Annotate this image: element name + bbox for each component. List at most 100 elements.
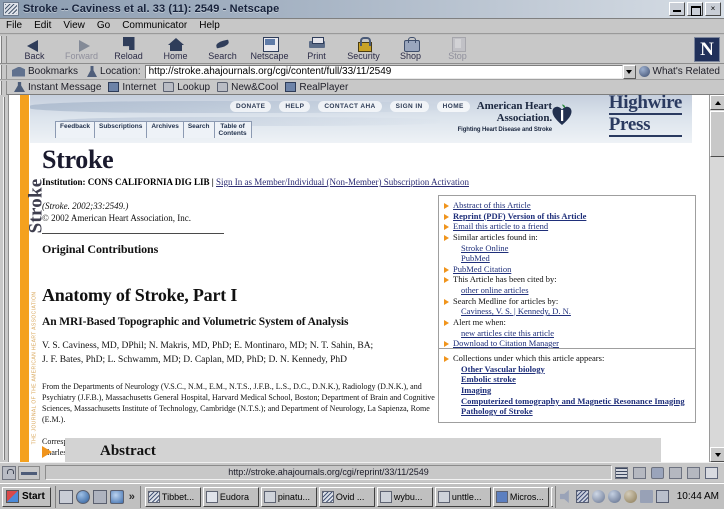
printer-icon[interactable] xyxy=(639,490,653,503)
task-button[interactable]: unttle... xyxy=(434,486,491,507)
url-dropdown-button[interactable] xyxy=(622,64,636,79)
bookmarks-button[interactable]: Bookmarks xyxy=(12,66,78,77)
menu-go[interactable]: Go xyxy=(91,19,116,33)
task-button[interactable]: UC-el... xyxy=(550,486,553,507)
author-list: V. S. Caviness, MD, DPhil; N. Makris, MD… xyxy=(42,340,442,368)
minimize-button[interactable] xyxy=(669,2,685,16)
menu-edit[interactable]: Edit xyxy=(28,19,57,33)
link-new-articles-cite[interactable]: new articles cite this article xyxy=(461,328,554,338)
abstract-section-header[interactable]: Abstract xyxy=(42,438,661,462)
tray-app-icon[interactable] xyxy=(575,490,589,503)
tray-circle-icon[interactable] xyxy=(591,490,605,503)
vertical-scrollbar[interactable] xyxy=(709,95,724,462)
bookmark-internet[interactable]: Internet xyxy=(108,82,156,93)
url-input[interactable]: http://stroke.ahajournals.org/cgi/conten… xyxy=(144,64,623,79)
display-icon[interactable] xyxy=(655,490,669,503)
task-button[interactable]: Micros... xyxy=(492,486,549,507)
link-pubmed-citation[interactable]: PubMed Citation xyxy=(453,264,511,274)
link-other-online-articles[interactable]: other online articles xyxy=(461,285,529,295)
show-desktop-icon[interactable] xyxy=(58,489,73,504)
link-email-article[interactable]: Email this article to a friend xyxy=(453,221,548,231)
nav-contact-aha[interactable]: CONTACT AHA xyxy=(318,101,382,112)
menu-view[interactable]: View xyxy=(57,19,91,33)
link-search-authors[interactable]: Caviness, V. S. | Kennedy, D. N. xyxy=(461,306,571,316)
nav-donate[interactable]: DONATE xyxy=(230,101,272,112)
whats-related-button[interactable]: What's Related xyxy=(638,66,720,77)
forward-button[interactable]: Forward xyxy=(58,35,105,63)
link-abstract[interactable]: Abstract of this Article xyxy=(453,200,531,210)
toolbar-grip[interactable] xyxy=(0,36,7,63)
personal-toolbar-grip[interactable] xyxy=(0,80,7,95)
scrollbar-thumb[interactable] xyxy=(710,111,724,157)
netscape-button[interactable]: Netscape xyxy=(246,35,293,63)
desktop-icon[interactable] xyxy=(92,489,107,504)
highwire-press-logo[interactable]: Highwire Press xyxy=(608,95,682,137)
lock-icon[interactable] xyxy=(2,465,16,480)
tab-search[interactable]: Search xyxy=(182,121,215,138)
link-download-citation-manager[interactable]: Download to Citation Manager xyxy=(453,338,559,348)
tray-circle-icon[interactable] xyxy=(607,490,621,503)
home-button[interactable]: Home xyxy=(152,35,199,63)
link-imaging[interactable]: Imaging xyxy=(461,385,491,395)
volume-icon[interactable] xyxy=(559,490,569,503)
mailbox-icon[interactable] xyxy=(633,466,646,479)
task-button[interactable]: Tibbet... xyxy=(144,486,201,507)
address-book-icon[interactable] xyxy=(669,466,682,479)
scroll-down-button[interactable] xyxy=(710,447,724,462)
link-pubmed[interactable]: PubMed xyxy=(461,253,490,263)
task-button[interactable]: Ovid ... xyxy=(318,486,375,507)
menu-help[interactable]: Help xyxy=(193,19,226,33)
sync-icon[interactable] xyxy=(109,489,124,504)
maximize-button[interactable] xyxy=(687,2,703,16)
bookmark-new-and-cool[interactable]: New&Cool xyxy=(217,82,278,93)
navigator-icon[interactable] xyxy=(615,466,628,479)
bookmark-realplayer[interactable]: RealPlayer xyxy=(285,82,348,93)
aha-logo[interactable]: American Heart Association. Fighting Hea… xyxy=(458,100,553,133)
viewport-grip[interactable] xyxy=(0,95,9,462)
tab-feedback[interactable]: Feedback xyxy=(55,121,95,138)
close-button[interactable]: × xyxy=(705,2,721,16)
link-pathology-of-stroke[interactable]: Pathology of Stroke xyxy=(461,406,533,416)
search-button[interactable]: Search xyxy=(199,35,246,63)
sign-in-link[interactable]: Sign In as Member/Individual (Non-Member… xyxy=(216,177,469,187)
list-item[interactable]: Email this article to a friend xyxy=(444,221,690,232)
shop-button[interactable]: Shop xyxy=(387,35,434,63)
bookmark-lookup[interactable]: Lookup xyxy=(163,82,210,93)
quick-launch-overflow[interactable]: » xyxy=(129,491,135,503)
internet-explorer-icon[interactable] xyxy=(75,489,90,504)
newsgroups-icon[interactable] xyxy=(651,466,664,479)
start-button[interactable]: Start xyxy=(2,486,51,507)
connection-icon[interactable] xyxy=(18,465,40,480)
task-button[interactable]: wybu... xyxy=(376,486,433,507)
taskbar-clock[interactable]: 10:44 AM xyxy=(677,491,719,502)
back-button[interactable]: Back xyxy=(11,35,58,63)
reload-button[interactable]: Reload xyxy=(105,35,152,63)
link-ct-mri[interactable]: Computerized tomography and Magnetic Res… xyxy=(461,396,685,406)
menu-file[interactable]: File xyxy=(0,19,28,33)
bookmark-instant-message[interactable]: Instant Message xyxy=(14,82,101,93)
link-other-vascular-biology[interactable]: Other Vascular biology xyxy=(461,364,545,374)
stop-button[interactable]: Stop xyxy=(434,35,481,63)
task-button[interactable]: pinatu... xyxy=(260,486,317,507)
compass-icon xyxy=(638,66,650,77)
print-button[interactable]: Print xyxy=(293,35,340,63)
menu-communicator[interactable]: Communicator xyxy=(116,19,193,33)
edit-pen-icon[interactable] xyxy=(705,466,718,479)
netscape-logo[interactable]: N xyxy=(694,37,720,62)
tab-subscriptions[interactable]: Subscriptions xyxy=(94,121,148,138)
task-button[interactable]: Eudora xyxy=(202,486,259,507)
composer-icon[interactable] xyxy=(687,466,700,479)
nav-sign-in[interactable]: SIGN IN xyxy=(389,101,429,112)
link-embolic-stroke[interactable]: Embolic stroke xyxy=(461,374,516,384)
security-button[interactable]: Security xyxy=(340,35,387,63)
link-stroke-online[interactable]: Stroke Online xyxy=(461,243,508,253)
scroll-up-button[interactable] xyxy=(710,95,724,110)
tab-archives[interactable]: Archives xyxy=(146,121,184,138)
tray-circle-icon[interactable] xyxy=(623,490,637,503)
nav-help[interactable]: HELP xyxy=(279,101,311,112)
link-reprint-pdf[interactable]: Reprint (PDF) Version of this Article xyxy=(453,211,586,221)
list-item[interactable]: Abstract of this Article xyxy=(444,200,690,211)
location-bar-grip[interactable] xyxy=(0,65,7,79)
list-item[interactable]: PubMed Citation xyxy=(444,264,690,275)
list-item[interactable]: Reprint (PDF) Version of this Article xyxy=(444,211,690,222)
